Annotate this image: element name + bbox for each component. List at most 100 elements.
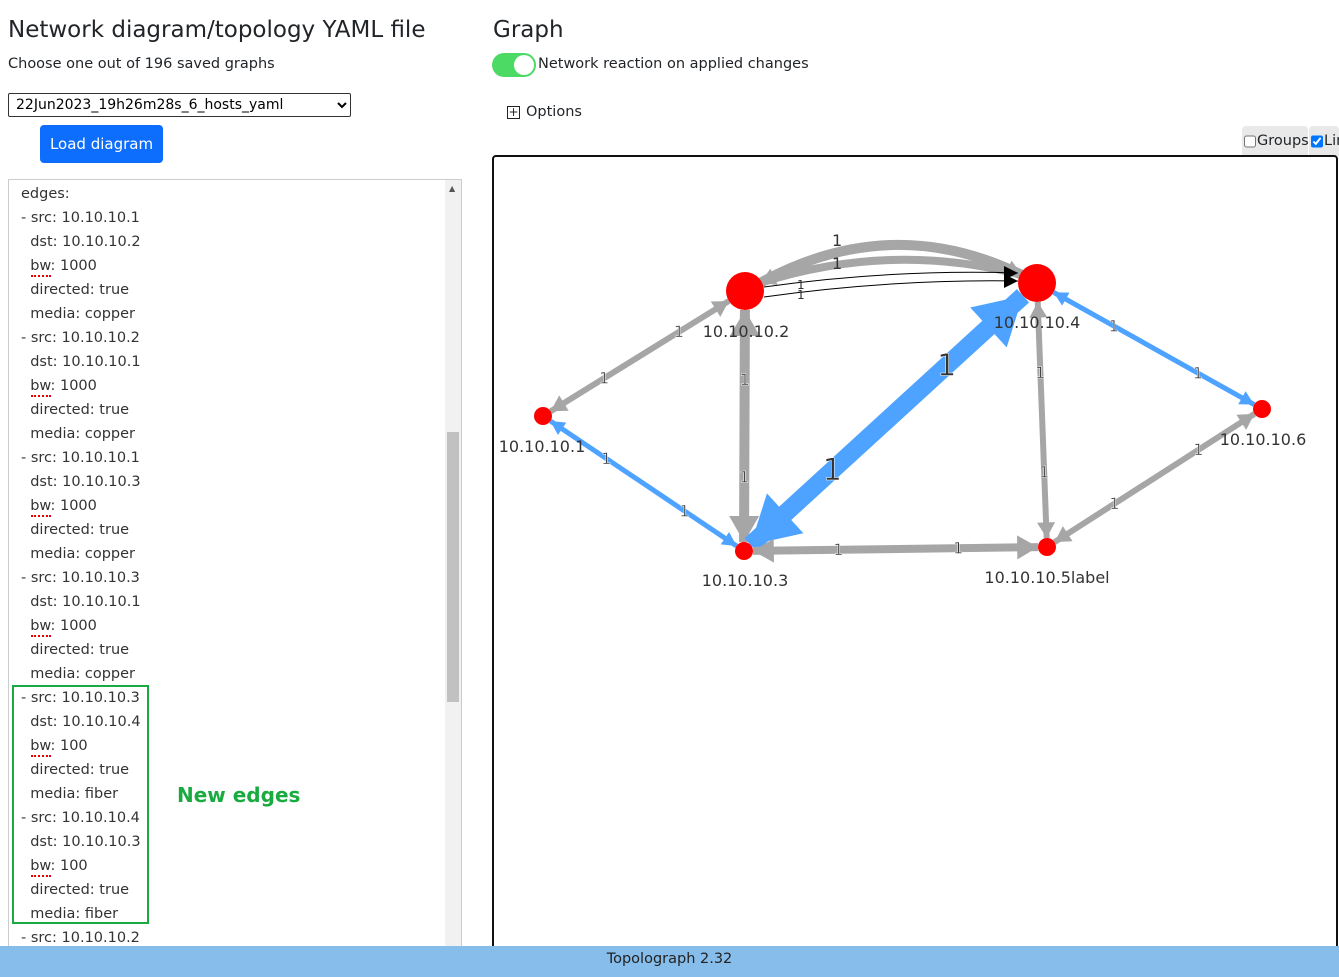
- node-n6[interactable]: [1253, 400, 1271, 418]
- node-n2[interactable]: [726, 272, 764, 310]
- yaml-line: bw: 1000: [21, 618, 97, 634]
- yaml-title: Network diagram/topology YAML file: [8, 17, 426, 43]
- yaml-line: dst: 10.10.10.3: [21, 474, 141, 490]
- edge-label: 1: [1035, 363, 1045, 382]
- groups-checkbox[interactable]: [1244, 134, 1256, 148]
- yaml-line: bw: 1000: [21, 498, 97, 514]
- footer: Topolograph 2.32: [0, 946, 1339, 977]
- yaml-row: media: copper: [9, 302, 461, 326]
- node-label: 10.10.10.1: [499, 437, 586, 456]
- yaml-line: directed: true: [21, 522, 130, 538]
- edge-label: 1: [599, 369, 609, 388]
- network-reaction-toggle[interactable]: [492, 53, 536, 77]
- yaml-row: directed: true: [9, 278, 461, 302]
- spellcheck-underline: [31, 633, 51, 637]
- edge-label: 1: [1109, 316, 1119, 335]
- edge-label: 1: [674, 322, 684, 341]
- plus-box-icon: +: [507, 105, 520, 119]
- edge-n4-n6: [1052, 290, 1256, 407]
- node-label: 10.10.10.4: [994, 313, 1081, 332]
- edge-label: 1: [1109, 494, 1119, 513]
- yaml-line: directed: true: [21, 402, 130, 418]
- yaml-line: dst: 10.10.10.1: [21, 594, 141, 610]
- edge-label: 1: [832, 254, 842, 273]
- network-graph[interactable]: 111111 11 111 11111111110.10.10.110.10.10.2…: [492, 155, 1338, 977]
- edge-label: 1: [833, 540, 843, 559]
- yaml-row: - src: 10.10.10.1: [9, 206, 461, 230]
- spellcheck-underline: [31, 393, 51, 397]
- node-n4[interactable]: [1018, 264, 1056, 302]
- yaml-row: dst: 10.10.10.3: [9, 470, 461, 494]
- edge-n3-n5: [752, 543, 1039, 555]
- graph-title: Graph: [493, 17, 564, 43]
- yaml-scroll-thumb[interactable]: [447, 432, 459, 702]
- yaml-row: media: copper: [9, 662, 461, 686]
- edge-label: 1: [797, 288, 805, 302]
- edge-label: 1: [740, 370, 750, 389]
- edge-label: 1: [937, 349, 956, 384]
- yaml-row: dst: 10.10.10.1: [9, 590, 461, 614]
- yaml-line: dst: 10.10.10.2: [21, 234, 141, 250]
- yaml-line: edges:: [21, 186, 70, 202]
- node-n3[interactable]: [735, 542, 753, 560]
- yaml-row: directed: true: [9, 398, 461, 422]
- yaml-line: media: copper: [21, 546, 136, 562]
- edge-arrowhead: [1037, 522, 1056, 539]
- yaml-line: directed: true: [21, 282, 130, 298]
- yaml-row: dst: 10.10.10.1: [9, 350, 461, 374]
- edge-label: 1: [601, 449, 611, 468]
- yaml-line: directed: true: [21, 642, 130, 658]
- yaml-row: - src: 10.10.10.3: [9, 566, 461, 590]
- edge-n3-n4: [744, 289, 1030, 552]
- edge-label: 1: [832, 231, 842, 250]
- yaml-row: bw: 1000: [9, 614, 461, 638]
- node-n5[interactable]: [1038, 538, 1056, 556]
- yaml-line: - src: 10.10.10.1: [21, 210, 140, 226]
- yaml-row: directed: true: [9, 638, 461, 662]
- yaml-row: - src: 10.10.10.1: [9, 446, 461, 470]
- yaml-row: bw: 1000: [9, 374, 461, 398]
- yaml-row: directed: true: [9, 518, 461, 542]
- new-edges-highlight-box: [12, 685, 149, 924]
- edge-label: 1: [739, 467, 749, 486]
- options-label: Options: [526, 104, 582, 120]
- yaml-line: - src: 10.10.10.2: [21, 330, 140, 346]
- scroll-up-icon[interactable]: ▲: [449, 184, 455, 193]
- groups-tab[interactable]: Groups: [1242, 126, 1309, 156]
- new-edges-annotation: New edges: [177, 783, 301, 807]
- yaml-row: - src: 10.10.10.2: [9, 326, 461, 350]
- yaml-line: bw: 1000: [21, 258, 97, 274]
- links-tab[interactable]: Lin: [1309, 126, 1339, 156]
- node-n1[interactable]: [534, 407, 552, 425]
- groups-label: Groups: [1257, 133, 1309, 149]
- yaml-row: dst: 10.10.10.2: [9, 230, 461, 254]
- load-diagram-button[interactable]: Load diagram: [40, 125, 163, 163]
- edge-label: 1: [1039, 462, 1049, 481]
- yaml-row: media: copper: [9, 542, 461, 566]
- node-label: 10.10.10.5label: [984, 568, 1109, 587]
- yaml-line: media: copper: [21, 306, 136, 322]
- toggle-label: Network reaction on applied changes: [538, 56, 809, 72]
- yaml-line: media: copper: [21, 666, 136, 682]
- yaml-row: bw: 1000: [9, 494, 461, 518]
- yaml-line: - src: 10.10.10.1: [21, 450, 140, 466]
- spellcheck-underline: [31, 273, 51, 277]
- edge-label: 1: [1193, 363, 1203, 382]
- yaml-line: media: copper: [21, 426, 136, 442]
- saved-graph-select[interactable]: 22Jun2023_19h26m28s_6_hosts_yaml: [8, 93, 351, 117]
- node-label: 10.10.10.6: [1220, 430, 1307, 449]
- node-label: 10.10.10.2: [703, 322, 790, 341]
- edge-label: 1: [953, 539, 963, 558]
- node-label: 10.10.10.3: [702, 571, 789, 590]
- yaml-line: bw: 1000: [21, 378, 97, 394]
- yaml-line: dst: 10.10.10.1: [21, 354, 141, 370]
- edge-label: 1: [679, 501, 689, 520]
- links-checkbox[interactable]: [1311, 134, 1323, 148]
- graph-canvas[interactable]: 1 1 1 1 1 1 1 1 1 1 1 1 1 1 1 1 1 1 1 1 10.10.10.1 10.10.10.2…: [492, 155, 1338, 977]
- options-expander[interactable]: + Options: [507, 104, 582, 120]
- yaml-line: - src: 10.10.10.3: [21, 570, 140, 586]
- toggle-knob: [514, 55, 534, 75]
- yaml-row: edges:: [9, 182, 461, 206]
- edge-n4-n5: [1034, 301, 1050, 539]
- yaml-row: bw: 1000: [9, 254, 461, 278]
